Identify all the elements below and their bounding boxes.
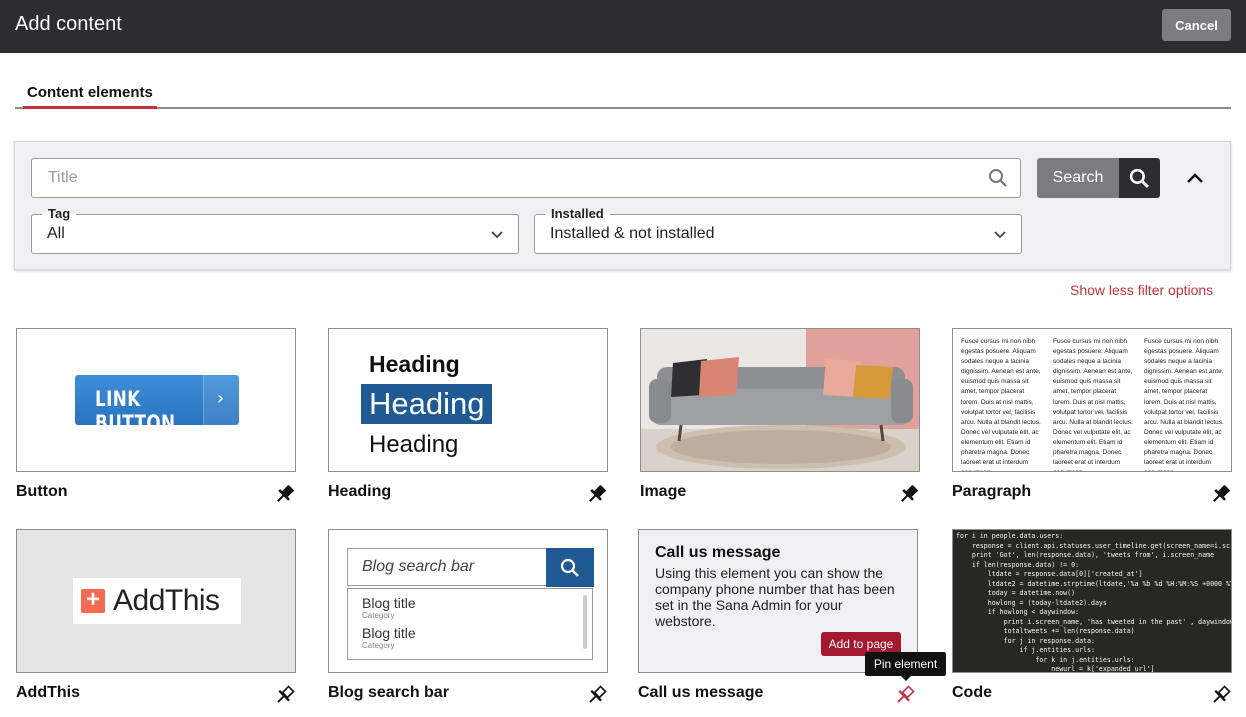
chevron-right-icon: › — [217, 388, 225, 409]
sofa-photo-image — [641, 329, 919, 471]
search-icon — [988, 168, 1008, 193]
addthis-preview: + AddThis — [17, 530, 295, 672]
card-thumbnail[interactable]: + AddThis — [16, 529, 296, 673]
pin-outline-icon[interactable] — [274, 684, 296, 706]
link-button-text: LINK BUTTON — [95, 387, 176, 435]
card-name: Paragraph — [952, 483, 1032, 500]
search-icon-button[interactable] — [1119, 158, 1160, 198]
installed-value: Installed & not installed — [550, 225, 715, 242]
card-name: Blog search bar — [328, 684, 449, 701]
card-name: Button — [16, 483, 68, 500]
pin-icon[interactable] — [898, 483, 920, 505]
heading-preview-plain: Heading — [369, 431, 459, 458]
addthis-logo-text: AddThis — [113, 584, 220, 617]
installed-label: Installed — [545, 206, 610, 221]
pin-icon[interactable] — [586, 483, 608, 505]
pin-icon[interactable] — [274, 483, 296, 505]
cancel-button[interactable]: Cancel — [1162, 9, 1231, 41]
call-us-body: Using this element you can show the comp… — [655, 565, 895, 629]
paragraph-column: Fusce cursus mi non nibh egestas posuere… — [961, 338, 1041, 471]
top-bar: Add content Cancel — [0, 0, 1246, 53]
pin-element-tooltip: Pin element — [865, 652, 946, 681]
tab-bar: Content elements — [15, 80, 1231, 109]
call-us-title: Call us message — [655, 544, 781, 561]
title-input[interactable] — [33, 160, 973, 196]
tag-label: Tag — [42, 206, 77, 221]
pin-outline-icon[interactable] — [1210, 684, 1232, 706]
list-item: Blog title Category — [362, 595, 416, 620]
title-search-field[interactable] — [31, 158, 1021, 198]
installed-select[interactable]: Installed Installed & not installed — [534, 206, 1022, 254]
chevron-down-icon — [993, 228, 1007, 247]
pin-outline-icon[interactable] — [586, 684, 608, 706]
card-name: AddThis — [16, 684, 80, 701]
chevron-down-icon — [490, 228, 504, 247]
blog-search-placeholder: Blog search bar — [362, 558, 475, 575]
search-icon — [560, 558, 579, 577]
card-name: Code — [952, 684, 992, 701]
tag-value: All — [47, 225, 65, 242]
paragraph-column: Fusce cursus mi non nibh egestas posuere… — [1053, 338, 1133, 471]
paragraph-column: Fusce cursus mi non nibh egestas posuere… — [1144, 338, 1224, 471]
blog-title: Blog title — [362, 625, 416, 641]
code-preview: for i in people.data.users: response = c… — [953, 530, 1231, 672]
blog-category: Category — [362, 641, 395, 650]
collapse-filter-button[interactable] — [1183, 166, 1207, 190]
addthis-logo: + AddThis — [73, 578, 241, 624]
card-thumbnail[interactable]: for i in people.data.users: response = c… — [952, 529, 1232, 673]
list-item: Blog title Category — [362, 625, 416, 650]
card-thumbnail[interactable]: Heading Heading Heading — [328, 328, 608, 472]
filter-panel: Search Tag All Installed Installed & not… — [14, 141, 1231, 270]
card-name: Image — [640, 483, 687, 500]
chevron-up-icon — [1187, 173, 1203, 183]
search-button[interactable]: Search — [1037, 158, 1119, 198]
card-name: Heading — [328, 483, 392, 500]
blog-search-button-preview — [546, 548, 594, 587]
blog-title: Blog title — [362, 595, 416, 611]
blog-results-list: Blog title Category Blog title Category — [347, 588, 593, 660]
card-thumbnail[interactable]: LINK BUTTON › — [16, 328, 296, 472]
heading-preview-bold: Heading — [369, 351, 460, 377]
show-less-filter-link[interactable]: Show less filter options — [1070, 282, 1213, 298]
search-icon — [1129, 168, 1149, 188]
card-thumbnail[interactable] — [640, 328, 920, 472]
card-name: Call us message — [638, 684, 764, 701]
link-button-preview: LINK BUTTON › — [75, 375, 239, 435]
scrollbar — [583, 595, 587, 649]
tab-content-elements[interactable]: Content elements — [23, 84, 157, 109]
heading-preview-highlighted: Heading — [361, 384, 492, 424]
tag-select[interactable]: Tag All — [31, 206, 519, 254]
plus-icon: + — [81, 588, 105, 613]
pin-outline-icon[interactable] — [894, 684, 916, 706]
dialog-title: Add content — [15, 13, 122, 35]
card-thumbnail[interactable]: Blog search bar Blog title Category Blog… — [328, 529, 608, 673]
pin-icon[interactable] — [1210, 483, 1232, 505]
blog-category: Category — [362, 611, 395, 620]
card-thumbnail[interactable]: Fusce cursus mi non nibh egestas posuere… — [952, 328, 1232, 472]
